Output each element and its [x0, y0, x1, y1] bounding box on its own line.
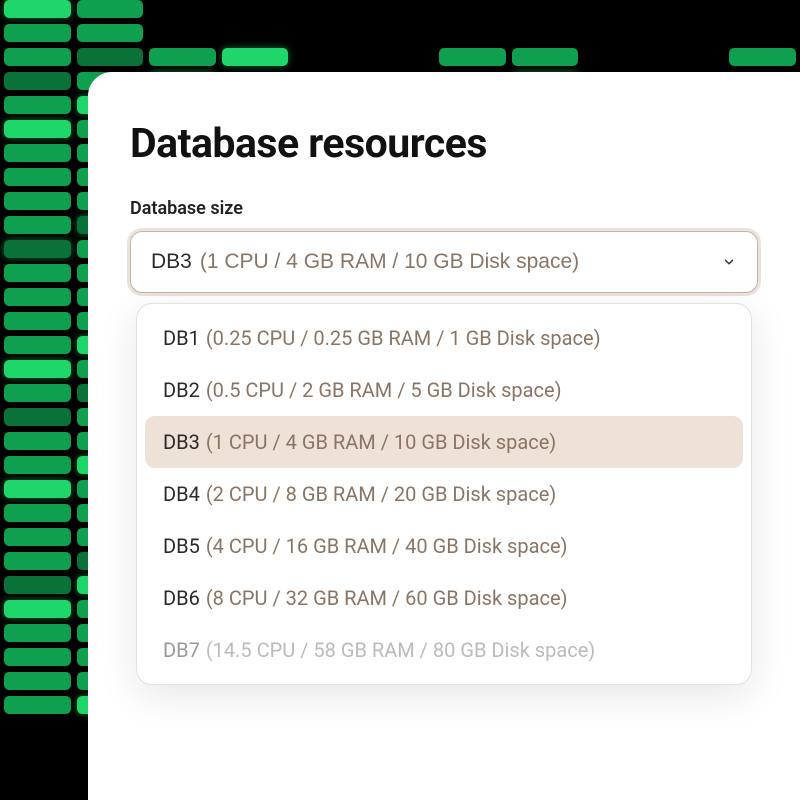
- option-db-name: DB4: [163, 482, 200, 506]
- page-title: Database resources: [130, 120, 758, 168]
- database-size-label: Database size: [130, 198, 758, 219]
- selected-db-spec: (1 CPU / 4 GB RAM / 10 GB Disk space): [200, 250, 579, 274]
- option-db-spec: (14.5 CPU / 58 GB RAM / 80 GB Disk space…: [206, 638, 595, 662]
- database-size-option[interactable]: DB1(0.25 CPU / 0.25 GB RAM / 1 GB Disk s…: [145, 312, 743, 364]
- database-size-option[interactable]: DB3(1 CPU / 4 GB RAM / 10 GB Disk space): [145, 416, 743, 468]
- option-db-name: DB7: [163, 638, 200, 662]
- database-resources-card: Database resources Database size DB3 (1 …: [88, 72, 800, 800]
- option-db-name: DB3: [163, 430, 200, 454]
- option-db-spec: (0.25 CPU / 0.25 GB RAM / 1 GB Disk spac…: [206, 326, 601, 350]
- database-size-dropdown: DB1(0.25 CPU / 0.25 GB RAM / 1 GB Disk s…: [136, 303, 752, 685]
- option-db-spec: (0.5 CPU / 2 GB RAM / 5 GB Disk space): [206, 378, 562, 402]
- option-db-name: DB5: [163, 534, 200, 558]
- option-db-name: DB2: [163, 378, 200, 402]
- option-db-name: DB6: [163, 586, 200, 610]
- database-size-select-trigger[interactable]: DB3 (1 CPU / 4 GB RAM / 10 GB Disk space…: [130, 231, 758, 293]
- chevron-down-icon: [721, 254, 737, 270]
- database-size-select: DB3 (1 CPU / 4 GB RAM / 10 GB Disk space…: [130, 231, 758, 293]
- option-db-spec: (4 CPU / 16 GB RAM / 40 GB Disk space): [206, 534, 568, 558]
- database-size-option[interactable]: DB2(0.5 CPU / 2 GB RAM / 5 GB Disk space…: [145, 364, 743, 416]
- option-db-spec: (8 CPU / 32 GB RAM / 60 GB Disk space): [206, 586, 568, 610]
- option-db-name: DB1: [163, 326, 200, 350]
- database-size-option[interactable]: DB5(4 CPU / 16 GB RAM / 40 GB Disk space…: [145, 520, 743, 572]
- database-size-option[interactable]: DB6(8 CPU / 32 GB RAM / 60 GB Disk space…: [145, 572, 743, 624]
- database-size-option[interactable]: DB4(2 CPU / 8 GB RAM / 20 GB Disk space): [145, 468, 743, 520]
- option-db-spec: (1 CPU / 4 GB RAM / 10 GB Disk space): [206, 430, 556, 454]
- database-size-option[interactable]: DB7(14.5 CPU / 58 GB RAM / 80 GB Disk sp…: [145, 624, 743, 676]
- selected-db-name: DB3: [151, 250, 192, 274]
- option-db-spec: (2 CPU / 8 GB RAM / 20 GB Disk space): [206, 482, 556, 506]
